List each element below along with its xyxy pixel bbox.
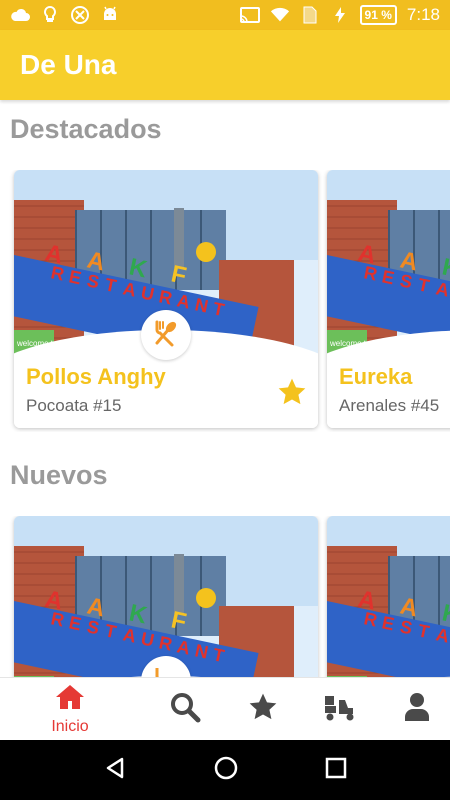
- restaurant-address: Arenales #45: [339, 396, 440, 415]
- home-icon: [54, 683, 86, 716]
- user-icon: [403, 691, 431, 728]
- bottom-navigation: Inicio: [0, 677, 450, 741]
- fork-spoon-icon: [151, 664, 181, 677]
- nav-item-favorites[interactable]: [243, 678, 283, 741]
- nav-label-inicio: Inicio: [51, 718, 89, 735]
- battery-indicator: 91 %: [359, 5, 397, 25]
- delivery-icon: [323, 692, 357, 727]
- blocked-icon: [70, 5, 90, 25]
- restaurant-card[interactable]: AAKFRESTAURANTwelcome to: [14, 516, 318, 677]
- restaurant-image: AAKFRESTAURANTwelcome to: [14, 516, 318, 677]
- charging-icon: [330, 5, 350, 25]
- lightbulb-icon: [40, 5, 60, 25]
- sim-icon: [300, 5, 320, 25]
- nav-item-search[interactable]: [165, 678, 205, 741]
- featured-carousel[interactable]: A A K F R E S T A U R A N Twelcome to Pollos Anghy Po…: [0, 170, 450, 432]
- star-icon: [247, 691, 279, 728]
- android-icon: [100, 5, 120, 25]
- search-icon: [169, 691, 201, 728]
- nav-item-profile[interactable]: [397, 678, 437, 741]
- clock: 7:18: [406, 5, 440, 24]
- cast-icon: [239, 5, 260, 25]
- restaurant-address: Pocoata #15: [26, 396, 122, 415]
- restaurant-name: Pollos Anghy: [26, 364, 166, 389]
- nav-item-inicio[interactable]: Inicio: [40, 678, 100, 741]
- restaurant-card[interactable]: AAKFRESTAURANTwelcome to Eureka Arenales…: [327, 170, 450, 428]
- back-icon[interactable]: [103, 756, 127, 785]
- section-title-nuevos: Nuevos: [10, 460, 108, 490]
- food-category-badge: [141, 310, 191, 360]
- new-carousel[interactable]: AAKFRESTAURANTwelcome to AAKFRESTAURANTw…: [0, 516, 450, 677]
- restaurant-image: AAKFRESTAURANTwelcome to: [327, 516, 450, 677]
- cloud-icon: [10, 5, 30, 25]
- nav-item-delivery[interactable]: [320, 678, 360, 741]
- restaurant-card[interactable]: A A K F R E S T A U R A N Twelcome to Pollos Anghy Po…: [14, 170, 318, 428]
- restaurant-name: Eureka: [339, 364, 413, 389]
- favorite-star-icon[interactable]: [276, 376, 308, 408]
- restaurant-card[interactable]: AAKFRESTAURANTwelcome to: [327, 516, 450, 677]
- section-title-destacados: Destacados: [10, 114, 162, 144]
- wifi-icon: [270, 5, 290, 25]
- system-navigation-bar: [0, 740, 450, 800]
- app-bar: De Una: [0, 30, 450, 100]
- fork-spoon-icon: [151, 318, 181, 353]
- home-button-icon[interactable]: [213, 755, 239, 786]
- recents-icon[interactable]: [325, 757, 347, 784]
- status-bar: 91 % 7:18: [0, 0, 450, 30]
- app-title: De Una: [20, 49, 117, 80]
